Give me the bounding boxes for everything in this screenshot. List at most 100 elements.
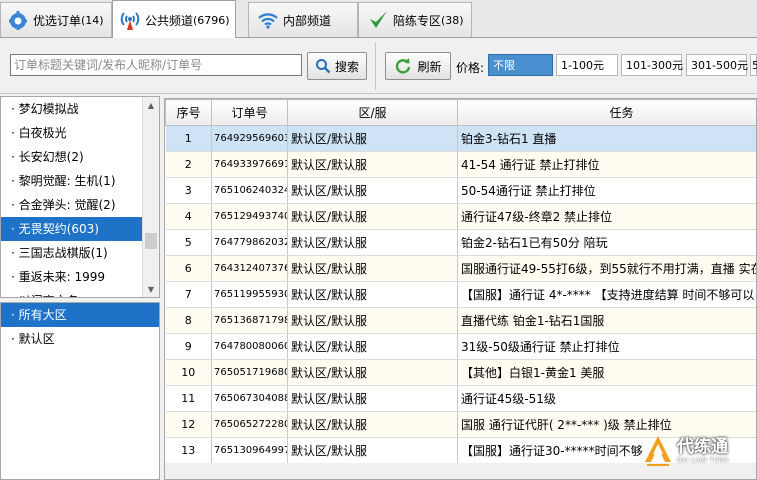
region-list: · 所有大区 · 默认区 <box>0 302 160 480</box>
game-list-item[interactable]: · 三国志战棋版(1) <box>1 241 159 265</box>
cell-server: 默认区/默认服 <box>287 359 458 386</box>
logo-mark-icon <box>645 436 671 466</box>
cell-task: 直播代练 铂金1-钻石1国服 <box>457 307 756 334</box>
search-button-label: 搜索 <box>334 59 359 74</box>
logo-text-cn: 代练通 <box>677 437 728 457</box>
cell-server: 默认区/默认服 <box>287 411 458 438</box>
search-button[interactable]: 搜索 <box>307 52 367 80</box>
cell-order-id: 7650517196808 <box>211 359 288 386</box>
tab-count: (14) <box>81 13 104 27</box>
cell-server: 默认区/默认服 <box>287 203 458 230</box>
cell-order-id: 7651294937407 <box>211 203 288 230</box>
table-row[interactable]: 37651062403243默认区/默认服50-54通行证 禁止打排位 <box>165 177 756 204</box>
price-option-1-100[interactable]: 1-100元 <box>556 54 618 76</box>
cell-task: 通行证47级-终章2 禁止排位 <box>457 203 756 230</box>
refresh-button[interactable]: 刷新 <box>385 52 451 80</box>
price-option-unlimited[interactable]: 不限 <box>488 54 553 76</box>
cell-no: 9 <box>165 333 212 360</box>
search-input[interactable] <box>10 54 302 76</box>
cell-order-id: 7651368717982 <box>211 307 288 334</box>
region-list-item[interactable]: · 默认区 <box>1 327 159 351</box>
cell-task: 铂金2-钻石1已有50分 陪玩 <box>457 229 756 256</box>
wifi-icon <box>258 13 278 29</box>
cell-order-id: 7650673040888 <box>211 385 288 412</box>
table-row[interactable]: 117650673040888默认区/默认服通行证45级-51级 <box>165 385 756 412</box>
game-list-item[interactable]: · 无畏契约(603) <box>1 217 159 241</box>
toolbar: 搜索 刷新 价格: 不限 1-100元 101-300元 301-500元 5 <box>0 38 757 94</box>
table-header-row: 序号 订单号 区/服 任务 <box>165 99 756 126</box>
cell-task: 【其他】白银1-黄金1 美服 <box>457 359 756 386</box>
scroll-thumb[interactable] <box>145 233 157 249</box>
game-list-scrollbar[interactable]: ▲ ▼ <box>142 97 159 297</box>
gear-badge-icon <box>9 11 27 30</box>
checkmark-icon <box>370 11 387 28</box>
game-item-label: 以闪亮之名 <box>19 294 79 297</box>
cell-no: 8 <box>165 307 212 334</box>
cell-no: 12 <box>165 411 212 438</box>
col-header-order-id[interactable]: 订单号 <box>211 99 288 126</box>
cell-task: 50-54通行证 禁止打排位 <box>457 177 756 204</box>
region-list-item[interactable]: · 所有大区 <box>1 303 159 327</box>
cell-order-id: 7649295696036 <box>211 125 288 152</box>
cell-task: 铂金3-钻石1 直播 <box>457 125 756 152</box>
table-row[interactable]: 67643124073760默认区/默认服国服通行证49-55打6级，到55就行… <box>165 255 756 282</box>
table-row[interactable]: 107650517196808默认区/默认服【其他】白银1-黄金1 美服 <box>165 359 756 386</box>
cell-server: 默认区/默认服 <box>287 385 458 412</box>
tab-internal-channel[interactable]: 内部频道 <box>248 2 358 37</box>
cell-order-id: 7649339766918 <box>211 151 288 178</box>
game-list-item[interactable]: · 合金弹头: 觉醒(2) <box>1 193 159 217</box>
cell-order-id: 7651199559309 <box>211 281 288 308</box>
cell-order-id: 7643124073760 <box>211 255 288 282</box>
broadcast-icon <box>120 12 140 30</box>
game-list-item[interactable]: · 长安幻想(2) <box>1 145 159 169</box>
cell-order-id: 7647800800604 <box>211 333 288 360</box>
price-option-101-300[interactable]: 101-300元 <box>621 54 683 76</box>
cell-server: 默认区/默认服 <box>287 229 458 256</box>
tab-bar: 优选订单 (14) 公共频道 (6796) 内部频道 陪练专区 (38) <box>0 0 757 39</box>
cell-no: 2 <box>165 151 212 178</box>
tab-preferred-orders[interactable]: 优选订单 (14) <box>0 2 112 37</box>
table-row[interactable]: 47651294937407默认区/默认服通行证47级-终章2 禁止排位 <box>165 203 756 230</box>
table-row[interactable]: 97647800800604默认区/默认服31级-50级通行证 禁止打排位 <box>165 333 756 360</box>
table-row[interactable]: 77651199559309默认区/默认服【国服】通行证 4*-**** 【支持… <box>165 281 756 308</box>
col-header-no[interactable]: 序号 <box>165 99 212 126</box>
refresh-button-label: 刷新 <box>417 59 442 74</box>
table-row[interactable]: 57647798620320默认区/默认服铂金2-钻石1已有50分 陪玩 <box>165 229 756 256</box>
table-row[interactable]: 27649339766918默认区/默认服41-54 通行证 禁止打排位 <box>165 151 756 178</box>
scroll-down-arrow-icon[interactable]: ▼ <box>143 281 159 297</box>
game-list-item[interactable]: · 黎明觉醒: 生机(1) <box>1 169 159 193</box>
col-header-task[interactable]: 任务 <box>457 99 756 126</box>
cell-server: 默认区/默认服 <box>287 307 458 334</box>
tab-coaching-zone[interactable]: 陪练专区 (38) <box>358 2 472 37</box>
cell-server: 默认区/默认服 <box>287 255 458 282</box>
game-list-item[interactable]: · 梦幻模拟战 <box>1 97 159 121</box>
price-option-301-500[interactable]: 301-500元 <box>686 54 748 76</box>
game-list-item[interactable]: · 重返未来: 1999 <box>1 265 159 289</box>
game-item-label: 无畏契约(603) <box>18 222 99 236</box>
tab-label: 公共频道 <box>145 13 194 28</box>
tab-label: 内部频道 <box>283 13 332 28</box>
table-row[interactable]: 87651368717982默认区/默认服直播代练 铂金1-钻石1国服 <box>165 307 756 334</box>
cell-server: 默认区/默认服 <box>287 333 458 360</box>
tab-count: (38) <box>441 13 464 27</box>
cell-no: 13 <box>165 437 212 464</box>
tab-count: (6796) <box>193 13 230 27</box>
logo-text-en: DAI LIAN TONG <box>677 457 729 464</box>
tab-label: 优选订单 <box>33 13 82 28</box>
cell-server: 默认区/默认服 <box>287 151 458 178</box>
cell-no: 7 <box>165 281 212 308</box>
game-item-label: 长安幻想(2) <box>18 150 84 164</box>
game-list-item[interactable]: · 以闪亮之名 <box>1 289 159 297</box>
cell-server: 默认区/默认服 <box>287 281 458 308</box>
refresh-icon <box>396 58 411 74</box>
scroll-up-arrow-icon[interactable]: ▲ <box>143 97 159 113</box>
price-option-more[interactable]: 5 <box>750 54 757 76</box>
cell-task: 【国服】通行证 4*-**** 【支持进度结算 时间不够可以 <box>457 281 756 308</box>
tab-public-channel[interactable]: 公共频道 (6796) <box>112 0 236 39</box>
game-list-item[interactable]: · 白夜极光 <box>1 121 159 145</box>
table-row[interactable]: 17649295696036默认区/默认服铂金3-钻石1 直播 <box>165 125 756 152</box>
game-list: · 梦幻模拟战 · 白夜极光 · 长安幻想(2) · 黎明觉醒: 生机(1) · 合金弹… <box>0 96 160 298</box>
col-header-server[interactable]: 区/服 <box>287 99 458 126</box>
cell-no: 11 <box>165 385 212 412</box>
cell-task: 41-54 通行证 禁止打排位 <box>457 151 756 178</box>
